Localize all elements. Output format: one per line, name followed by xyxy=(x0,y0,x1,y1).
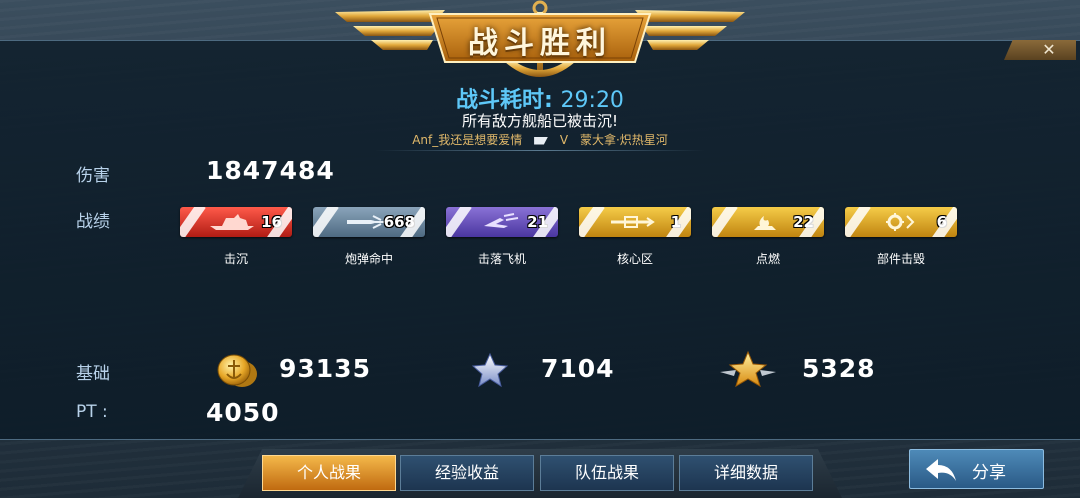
share-arrow-icon xyxy=(926,459,956,481)
medal-count: 668 xyxy=(383,213,415,231)
tab-personal-results[interactable]: 个人战果 xyxy=(262,455,396,491)
medal-label-planes-downed: 击落飞机 xyxy=(477,252,526,266)
player-right-name: 蒙大拿·炽热星河 xyxy=(579,133,668,147)
core-icon xyxy=(611,216,655,228)
base-gold-star-value: 5328 xyxy=(802,354,876,383)
share-button[interactable]: 分享 xyxy=(909,449,1044,489)
medal-label-sunk: 击沉 xyxy=(223,252,248,266)
tab-team-results[interactable]: 队伍战果 xyxy=(540,455,674,491)
victory-banner: 战斗胜利 xyxy=(335,0,745,82)
damage-value: 1847484 xyxy=(206,156,335,185)
gear-icon xyxy=(886,213,915,231)
base-silver-star-value: 7104 xyxy=(541,354,615,383)
base-label: 基础 xyxy=(76,364,110,384)
ship-icon xyxy=(210,214,254,230)
damage-label: 伤害 xyxy=(76,166,110,186)
vs-text: V xyxy=(559,133,569,147)
base-coins-value: 93135 xyxy=(279,354,371,383)
tab-detailed-data[interactable]: 详细数据 xyxy=(679,455,813,491)
medal-modules-destroyed[interactable]: 6 xyxy=(845,207,957,237)
result-message: 所有敌方舰船已被击沉! xyxy=(461,112,618,130)
medal-label-shell-hits: 炮弹命中 xyxy=(344,252,393,266)
medal-count: 16 xyxy=(261,213,282,231)
plane-icon xyxy=(484,213,519,228)
medal-label-citadel: 核心区 xyxy=(616,252,653,266)
pt-value: 4050 xyxy=(206,398,280,427)
silver-star-icon xyxy=(471,352,509,388)
close-icon: ✕ xyxy=(1042,40,1056,59)
gold-star-icon xyxy=(720,350,776,388)
medal-count: 1 xyxy=(670,213,681,231)
medal-shell-hits[interactable]: 668 xyxy=(313,207,425,237)
matchup-line: Anf_我还是想要爱情 V 蒙大拿·炽热星河 xyxy=(0,131,1080,148)
medal-sunk[interactable]: 16 xyxy=(180,207,292,237)
close-button[interactable]: ✕ xyxy=(1004,40,1076,60)
medal-citadel[interactable]: 1 xyxy=(579,207,691,237)
medal-label-modules-destroyed: 部件击毁 xyxy=(876,252,925,266)
flag-icon xyxy=(534,136,549,145)
record-label: 战绩 xyxy=(76,212,110,232)
player-left-name: Anf_我还是想要爱情 xyxy=(412,133,523,147)
fire-icon xyxy=(754,216,776,230)
medal-count: 21 xyxy=(527,213,548,231)
victory-title: 战斗胜利 xyxy=(468,26,612,61)
medal-planes-downed[interactable]: 21 xyxy=(446,207,558,237)
tab-experience-gains[interactable]: 经验收益 xyxy=(400,455,534,491)
pt-label: PT : xyxy=(76,402,108,422)
divider xyxy=(375,150,705,151)
share-label: 分享 xyxy=(972,463,1006,483)
medal-count: 22 xyxy=(793,213,814,231)
medal-fires[interactable]: 22 xyxy=(712,207,824,237)
medal-label-fires: 点燃 xyxy=(755,252,780,266)
medal-count: 6 xyxy=(936,213,947,231)
coin-icon xyxy=(217,354,257,387)
